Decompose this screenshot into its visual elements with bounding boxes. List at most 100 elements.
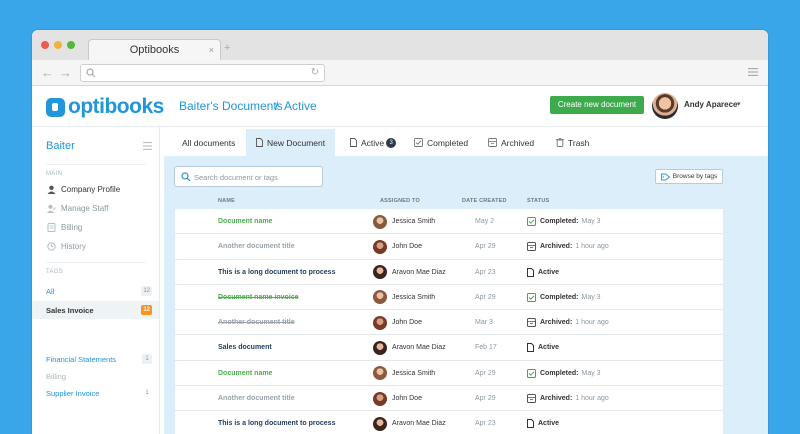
document-name[interactable]: Another document title bbox=[218, 234, 295, 259]
avatar bbox=[373, 290, 387, 305]
checkbox-icon bbox=[414, 138, 423, 147]
reload-icon[interactable]: ↻ bbox=[311, 67, 319, 78]
search-document-input[interactable]: Search document or tags bbox=[174, 166, 323, 187]
assignee: John Doe bbox=[373, 310, 422, 335]
tag-label: Supplier Invoice bbox=[46, 388, 100, 398]
table-row[interactable]: Another document title John Doe Apr 29 A… bbox=[175, 234, 723, 260]
archive-icon bbox=[527, 318, 536, 328]
sidebar-item-billing[interactable]: Billing bbox=[46, 219, 82, 235]
sidebar-tag-financial-statements[interactable]: Financial Statements 1 bbox=[32, 350, 159, 368]
status: Completed: May 3 bbox=[527, 285, 601, 310]
assignee-name: John Doe bbox=[392, 319, 422, 327]
tab-label: Active bbox=[361, 137, 385, 148]
sidebar-tag-billing[interactable]: Billing bbox=[32, 367, 159, 385]
sidebar-item-manage-staff[interactable]: Manage Staff bbox=[46, 200, 108, 216]
completed-check-icon bbox=[527, 292, 536, 302]
documents-table: Document name Jessica Smith May 2 Comple… bbox=[175, 209, 723, 434]
document-icon bbox=[256, 138, 263, 147]
document-name[interactable]: Document name invoice bbox=[218, 285, 299, 310]
date-created: Apr 29 bbox=[475, 293, 496, 301]
user-avatar[interactable] bbox=[652, 93, 678, 119]
status-time: 1 hour ago bbox=[575, 243, 609, 251]
document-name[interactable]: Another document title bbox=[218, 310, 295, 335]
sidebar-item-company-profile[interactable]: Company Profile bbox=[46, 181, 120, 197]
table-row[interactable]: Document name Jessica Smith Apr 29 Compl… bbox=[175, 360, 723, 387]
forward-arrow-icon[interactable]: → bbox=[59, 66, 72, 80]
column-header-date[interactable]: DATE CREATED bbox=[462, 198, 507, 204]
document-icon bbox=[527, 419, 534, 429]
document-name[interactable]: Another document title bbox=[218, 386, 295, 411]
assignee: Aravon Mae Diaz bbox=[373, 411, 446, 434]
sidebar-item-label: History bbox=[61, 241, 86, 251]
table-row[interactable]: Another document title John Doe Apr 29 A… bbox=[175, 386, 723, 412]
minimize-window-icon[interactable] bbox=[54, 41, 62, 49]
table-row[interactable]: This is a long document to process Aravo… bbox=[175, 259, 723, 285]
sidebar-menu-icon[interactable] bbox=[143, 142, 152, 150]
user-name[interactable]: Andy Aparece bbox=[684, 100, 738, 109]
maximize-window-icon[interactable] bbox=[67, 41, 75, 49]
breadcrumb-documents[interactable]: Baiter's Documents bbox=[179, 99, 283, 113]
browser-menu-icon[interactable] bbox=[748, 68, 758, 76]
archive-icon bbox=[527, 242, 536, 252]
breadcrumb-active[interactable]: Active bbox=[284, 99, 317, 113]
sidebar-tag-supplier-invoice[interactable]: Supplier Invoice 1 bbox=[32, 384, 159, 402]
address-bar[interactable]: ↻ bbox=[80, 64, 325, 82]
status-label: Archived: bbox=[540, 319, 573, 327]
sidebar-tag-all[interactable]: All 12 bbox=[32, 282, 159, 300]
staff-icon bbox=[46, 203, 56, 213]
close-tab-icon[interactable]: × bbox=[209, 40, 214, 60]
tab-completed[interactable]: Completed bbox=[414, 129, 468, 156]
tab-label: All documents bbox=[182, 137, 236, 148]
logo-text: optibooks bbox=[68, 95, 164, 118]
tab-archived[interactable]: Archived bbox=[488, 129, 534, 156]
date-created: Apr 23 bbox=[475, 420, 496, 428]
status-label: Archived: bbox=[540, 243, 573, 251]
tab-label: New Document bbox=[267, 137, 326, 148]
tag-label: Financial Statements bbox=[46, 354, 117, 364]
browser-toolbar: ← → ↻ bbox=[32, 60, 768, 86]
date-created: Feb 17 bbox=[475, 344, 497, 352]
assignee-name: Jessica Smith bbox=[392, 293, 436, 301]
table-row[interactable]: Document name invoice Jessica Smith Apr … bbox=[175, 284, 723, 311]
document-name[interactable]: This is a long document to process bbox=[218, 411, 335, 434]
column-header-assigned[interactable]: ASSIGNED TO bbox=[380, 198, 420, 204]
sidebar-title: Baiter bbox=[46, 140, 75, 152]
tab-label: Archived bbox=[501, 137, 535, 148]
document-name[interactable]: This is a long document to process bbox=[218, 260, 335, 285]
completed-check-icon bbox=[527, 368, 536, 378]
table-row[interactable]: Sales document Aravon Mae Diaz Feb 17 Ac… bbox=[175, 335, 723, 361]
table-row[interactable]: This is a long document to process Aravo… bbox=[175, 411, 723, 434]
tab-new-document[interactable]: New Document bbox=[246, 129, 336, 156]
table-row[interactable]: Document name Jessica Smith May 2 Comple… bbox=[175, 209, 723, 235]
back-arrow-icon[interactable]: ← bbox=[41, 66, 54, 80]
tag-count: 12 bbox=[141, 305, 152, 315]
status-time: May 3 bbox=[581, 293, 601, 301]
browser-tab-title: Optibooks bbox=[129, 44, 180, 56]
archive-icon bbox=[488, 138, 497, 147]
tab-active[interactable]: Active 3 bbox=[350, 129, 397, 156]
assignee: John Doe bbox=[373, 234, 422, 259]
column-header-name[interactable]: NAME bbox=[218, 198, 235, 204]
sidebar-item-history[interactable]: History bbox=[46, 238, 86, 254]
table-row[interactable]: Another document title John Doe Mar 3 Ar… bbox=[175, 310, 723, 336]
status-label: Completed: bbox=[540, 218, 579, 225]
close-window-icon[interactable] bbox=[41, 41, 49, 49]
avatar bbox=[373, 315, 387, 330]
date-created: Mar 3 bbox=[475, 319, 493, 327]
browser-tab[interactable]: Optibooks × bbox=[88, 39, 221, 60]
browse-by-tags-button[interactable]: Browse by tags bbox=[655, 169, 723, 184]
document-name[interactable]: Document name bbox=[218, 361, 272, 386]
tab-all-documents[interactable]: All documents bbox=[182, 129, 235, 156]
tab-trash[interactable]: Trash bbox=[556, 129, 589, 156]
new-tab-icon[interactable]: + bbox=[224, 42, 230, 54]
status-label: Completed: bbox=[540, 369, 579, 377]
document-name[interactable]: Document name bbox=[218, 209, 272, 234]
column-header-status[interactable]: STATUS bbox=[527, 198, 549, 204]
chevron-down-icon[interactable]: ▾ bbox=[737, 100, 741, 108]
avatar bbox=[373, 340, 387, 355]
app-logo[interactable]: optibooks bbox=[46, 95, 164, 119]
create-document-button[interactable]: Create new document bbox=[550, 96, 644, 114]
document-name[interactable]: Sales document bbox=[218, 335, 272, 360]
sidebar-tag-sales-invoice[interactable]: Sales Invoice 12 bbox=[32, 301, 159, 319]
status-label: Active bbox=[538, 268, 560, 276]
